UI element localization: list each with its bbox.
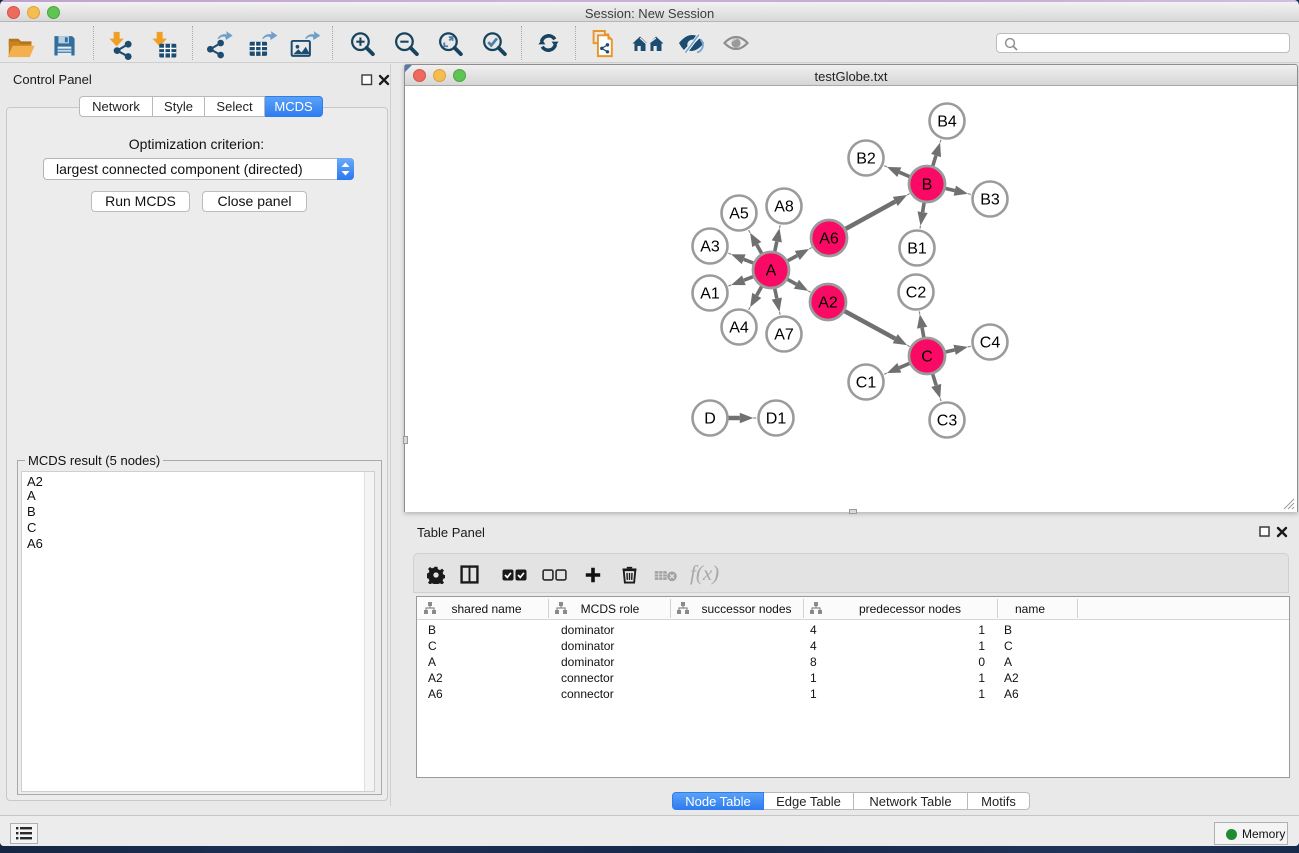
svg-text:B: B <box>922 177 933 194</box>
svg-text:B3: B3 <box>980 192 1000 209</box>
svg-text:A: A <box>766 263 777 280</box>
svg-text:C1: C1 <box>856 375 877 392</box>
svg-text:A3: A3 <box>700 239 720 256</box>
svg-text:A8: A8 <box>774 199 794 216</box>
svg-text:C: C <box>921 349 933 366</box>
svg-text:C4: C4 <box>980 335 1001 352</box>
svg-text:A2: A2 <box>818 295 838 312</box>
svg-text:D1: D1 <box>766 411 787 428</box>
svg-text:C2: C2 <box>906 285 927 302</box>
svg-text:B2: B2 <box>856 151 876 168</box>
svg-text:B1: B1 <box>907 241 927 258</box>
svg-text:A1: A1 <box>700 286 720 303</box>
svg-text:A4: A4 <box>729 320 749 337</box>
svg-text:C3: C3 <box>937 413 958 430</box>
svg-text:B4: B4 <box>937 114 957 131</box>
svg-text:A5: A5 <box>729 206 749 223</box>
svg-text:A6: A6 <box>819 231 839 248</box>
svg-text:A7: A7 <box>774 327 794 344</box>
svg-text:D: D <box>704 411 716 428</box>
